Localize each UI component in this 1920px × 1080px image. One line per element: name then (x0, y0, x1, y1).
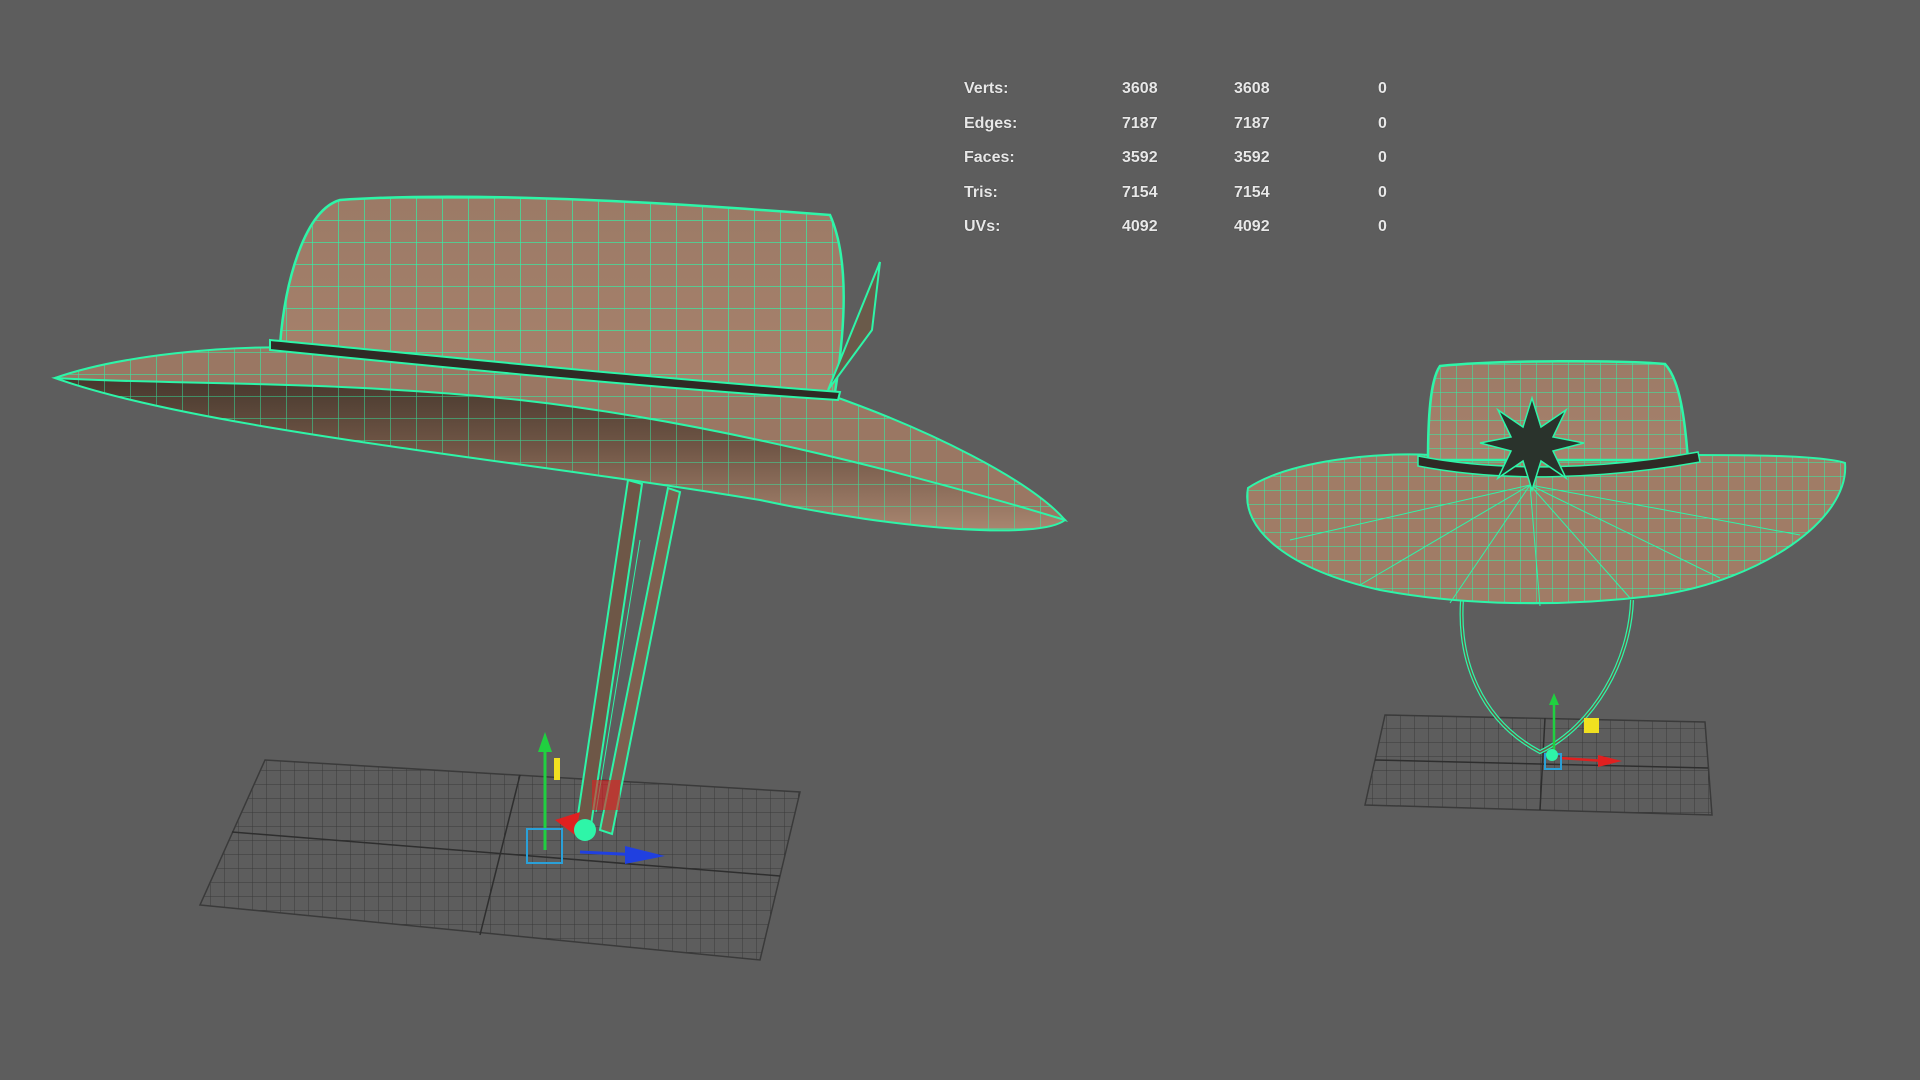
hat-front-view[interactable] (1246, 359, 1847, 816)
hud-value: 3608 (1122, 80, 1158, 97)
hud-value: 0 (1378, 149, 1387, 166)
hud-value: 0 (1378, 218, 1387, 235)
hud-value: 3608 (1234, 80, 1270, 97)
hud-label: Verts: (964, 80, 1009, 97)
hud-label: Faces: (964, 149, 1015, 166)
hud-value: 7187 (1234, 114, 1270, 132)
hud-value: 3592 (1122, 149, 1158, 166)
hud-value: 7154 (1122, 183, 1158, 201)
hud-value: 0 (1378, 183, 1387, 201)
hud-value: 7187 (1122, 114, 1158, 132)
hud-value: 4092 (1234, 218, 1270, 235)
maya-viewport[interactable]: Verts: 3608 3608 0 Edges: 7187 7187 0 Fa… (0, 0, 1920, 1080)
ground-grid-left (198, 759, 801, 961)
ground-grid-right (1364, 714, 1713, 816)
hud-label: Tris: (964, 183, 998, 201)
scene-canvas[interactable] (0, 0, 1920, 1080)
hat-perspective-view[interactable] (51, 195, 1069, 961)
hud-value: 3592 (1234, 149, 1270, 166)
hud-label: UVs: (964, 218, 1001, 235)
hud-value: 0 (1378, 80, 1387, 97)
chin-strap-left (574, 478, 682, 836)
hud-value: 0 (1378, 114, 1387, 132)
hud-value: 4092 (1122, 218, 1158, 235)
hud-value: 7154 (1234, 183, 1270, 201)
hud-label: Edges: (964, 114, 1018, 132)
